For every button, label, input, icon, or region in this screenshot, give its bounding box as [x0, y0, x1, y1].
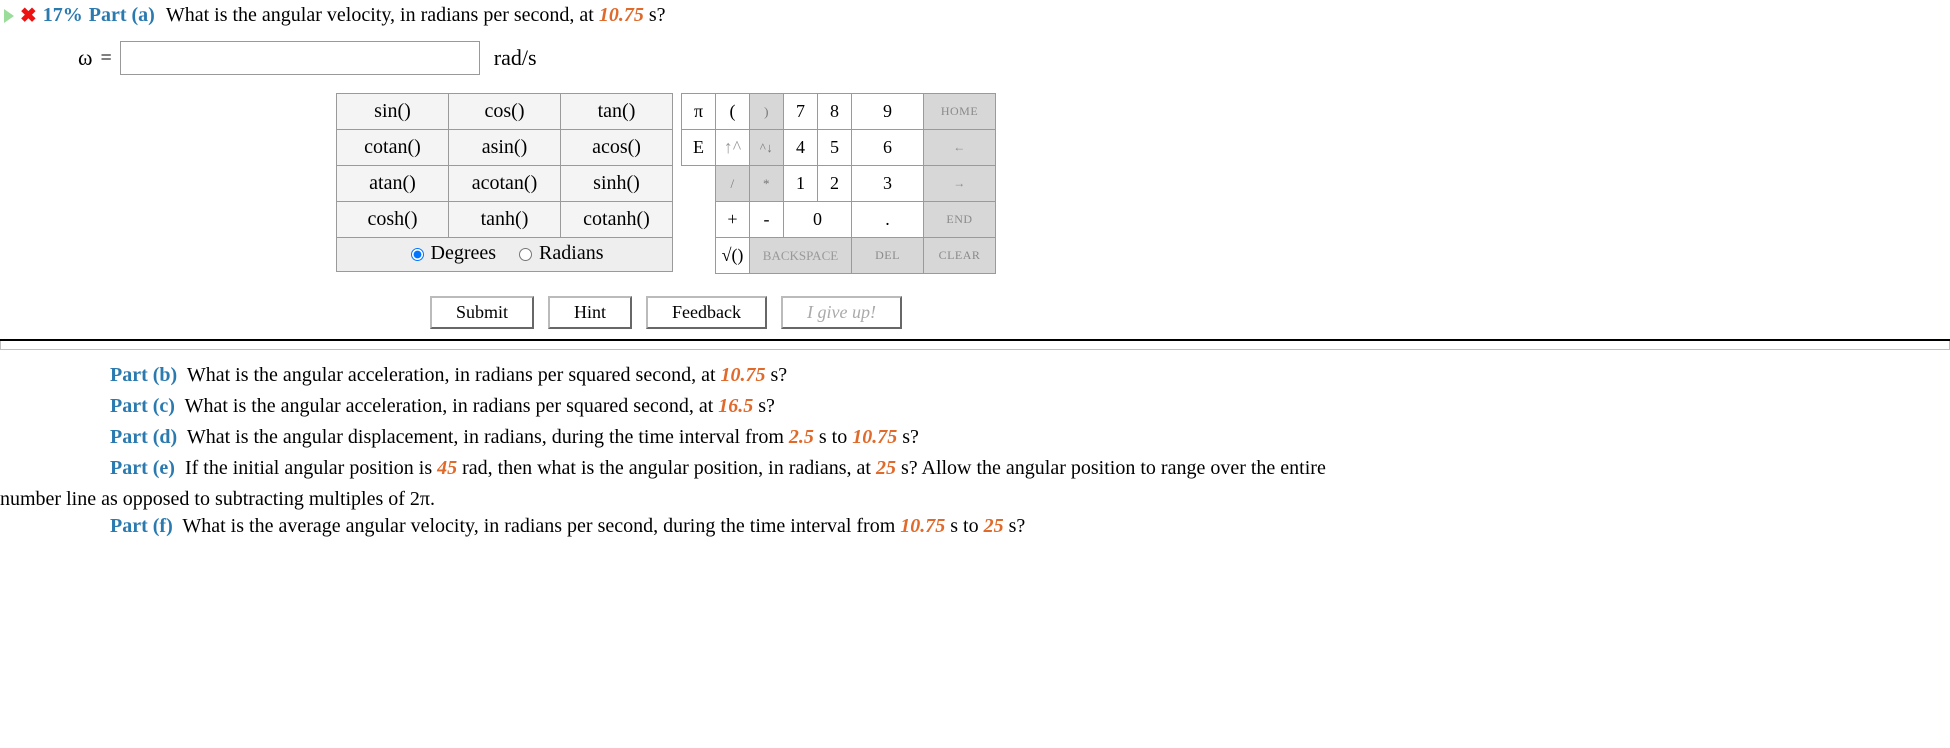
keypad-area: sin() cos() tan() cotan() asin() acos() …	[336, 93, 1950, 274]
key-9[interactable]: 9	[852, 94, 924, 130]
spacer	[682, 238, 716, 274]
fn-acotan[interactable]: acotan()	[449, 166, 561, 202]
other-parts: Part (b) What is the angular acceleratio…	[0, 356, 1950, 488]
key-left[interactable]: ←	[924, 130, 996, 166]
mode-degrees[interactable]: Degrees	[406, 242, 497, 265]
mode-radians[interactable]: Radians	[514, 242, 603, 265]
equals-sign: =	[100, 47, 111, 70]
key-dot[interactable]: .	[852, 202, 924, 238]
incorrect-x-icon: ✖	[20, 6, 37, 26]
mode-degrees-radio[interactable]	[411, 248, 424, 261]
omega-symbol: ω	[78, 45, 92, 71]
key-8[interactable]: 8	[818, 94, 852, 130]
feedback-button[interactable]: Feedback	[646, 296, 767, 329]
part-a-header: ✖ 17% Part (a) What is the angular veloc…	[0, 0, 1950, 27]
fn-sin[interactable]: sin()	[337, 94, 449, 130]
key-4[interactable]: 4	[784, 130, 818, 166]
function-table: sin() cos() tan() cotan() asin() acos() …	[336, 93, 673, 272]
fn-asin[interactable]: asin()	[449, 130, 561, 166]
fn-acos[interactable]: acos()	[561, 130, 673, 166]
submit-button[interactable]: Submit	[430, 296, 534, 329]
key-1[interactable]: 1	[784, 166, 818, 202]
key-rparen[interactable]: )	[750, 94, 784, 130]
fn-cotanh[interactable]: cotanh()	[561, 202, 673, 238]
key-caret-down[interactable]: ^↓	[750, 130, 784, 166]
part-f-line: Part (f) What is the average angular vel…	[110, 511, 1950, 542]
key-right[interactable]: →	[924, 166, 996, 202]
fn-atan[interactable]: atan()	[337, 166, 449, 202]
key-home[interactable]: HOME	[924, 94, 996, 130]
action-row: Submit Hint Feedback I give up!	[430, 296, 1950, 329]
key-6[interactable]: 6	[852, 130, 924, 166]
part-e-continuation: number line as opposed to subtracting mu…	[0, 488, 1950, 511]
part-a-percent: 17%	[43, 4, 83, 27]
key-e[interactable]: E	[682, 130, 716, 166]
key-2[interactable]: 2	[818, 166, 852, 202]
fn-sinh[interactable]: sinh()	[561, 166, 673, 202]
key-3[interactable]: 3	[852, 166, 924, 202]
answer-unit: rad/s	[494, 45, 537, 71]
part-e-line: Part (e) If the initial angular position…	[110, 453, 1950, 484]
answer-row: ω = rad/s	[78, 41, 1950, 75]
part-b-line: Part (b) What is the angular acceleratio…	[110, 360, 1950, 391]
fn-cosh[interactable]: cosh()	[337, 202, 449, 238]
expand-triangle-icon[interactable]	[4, 9, 14, 23]
fn-cotan[interactable]: cotan()	[337, 130, 449, 166]
other-parts-2: Part (f) What is the average angular vel…	[0, 511, 1950, 546]
part-a-time: 10.75	[599, 4, 644, 26]
key-0[interactable]: 0	[784, 202, 852, 238]
mode-radians-radio[interactable]	[519, 248, 532, 261]
answer-input[interactable]	[120, 41, 480, 75]
key-7[interactable]: 7	[784, 94, 818, 130]
part-a-question: What is the angular velocity, in radians…	[161, 4, 666, 27]
key-star[interactable]: *	[750, 166, 784, 202]
key-minus[interactable]: -	[750, 202, 784, 238]
spacer	[682, 166, 716, 202]
key-backspace[interactable]: BACKSPACE	[750, 238, 852, 274]
key-clear[interactable]: CLEAR	[924, 238, 996, 274]
key-sqrt[interactable]: √()	[716, 238, 750, 274]
part-d-line: Part (d) What is the angular displacemen…	[110, 422, 1950, 453]
key-end[interactable]: END	[924, 202, 996, 238]
key-lparen[interactable]: (	[716, 94, 750, 130]
fn-tan[interactable]: tan()	[561, 94, 673, 130]
part-a-label: Part (a)	[89, 4, 155, 27]
spacer	[682, 202, 716, 238]
fn-cos[interactable]: cos()	[449, 94, 561, 130]
key-plus[interactable]: +	[716, 202, 750, 238]
part-c-line: Part (c) What is the angular acceleratio…	[110, 391, 1950, 422]
lower-box	[0, 341, 1950, 350]
hint-button[interactable]: Hint	[548, 296, 632, 329]
fn-tanh[interactable]: tanh()	[449, 202, 561, 238]
key-slash[interactable]: /	[716, 166, 750, 202]
key-pi[interactable]: π	[682, 94, 716, 130]
key-caret-up[interactable]: ↑^	[716, 130, 750, 166]
angle-mode-row: Degrees Radians	[337, 238, 673, 272]
key-del[interactable]: DEL	[852, 238, 924, 274]
giveup-button[interactable]: I give up!	[781, 296, 902, 329]
key-5[interactable]: 5	[818, 130, 852, 166]
numeric-keypad: π ( ) 7 8 9 HOME E ↑^ ^↓ 4 5 6 ← / *	[681, 93, 996, 274]
